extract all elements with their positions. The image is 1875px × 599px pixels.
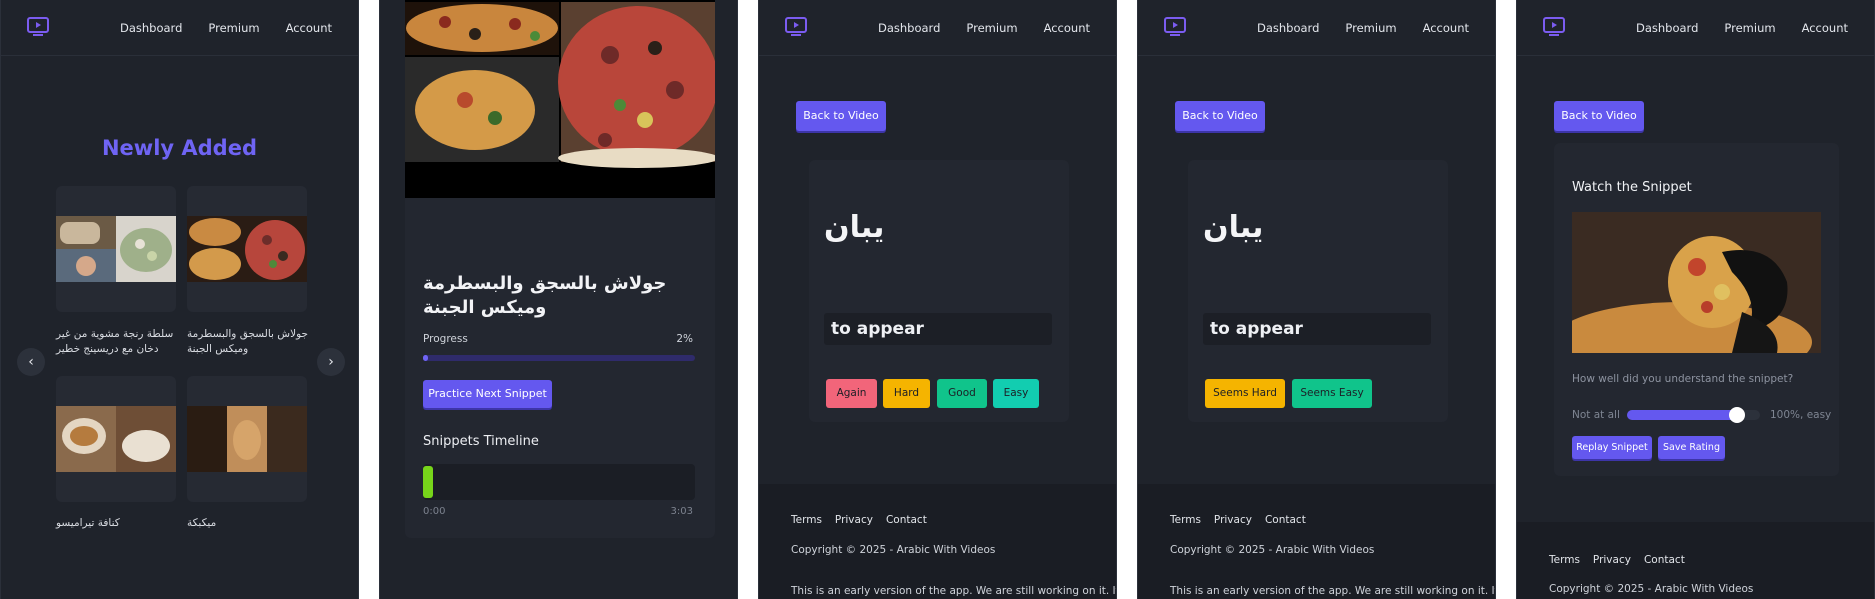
pizza-thumbnail-image xyxy=(405,0,715,198)
library-panel: Dashboard Premium Account Newly Added سل… xyxy=(0,0,359,599)
video-panel: جولاش بالسجق والبسطرمة وميكس الجبنة Prog… xyxy=(379,0,738,599)
video-logo-icon[interactable] xyxy=(1543,17,1565,37)
video-card-title[interactable]: جولاش بالسجق والبسطرمة وميكس الجبنة xyxy=(187,327,311,357)
video-card[interactable] xyxy=(187,376,307,502)
timeline-snippet-marker[interactable] xyxy=(423,466,433,498)
video-card[interactable] xyxy=(56,186,176,312)
snippet-video[interactable] xyxy=(1572,212,1821,353)
video-card-title[interactable]: سلطة رنجة مشوية من غير دخان مع دريسينج خ… xyxy=(56,327,180,357)
footer-note: This is an early version of the app. We … xyxy=(1170,585,1496,597)
video-card-title[interactable]: ميكبكة xyxy=(187,516,311,531)
video-card[interactable] xyxy=(187,186,307,312)
snippets-timeline[interactable] xyxy=(423,464,695,500)
video-thumbnail[interactable] xyxy=(405,0,715,198)
progress-bar xyxy=(423,355,695,361)
progress-label: Progress xyxy=(423,333,468,345)
back-to-video-button[interactable]: Back to Video xyxy=(1175,101,1265,131)
nav-account[interactable]: Account xyxy=(1802,21,1848,35)
footer-privacy-link[interactable]: Privacy xyxy=(1214,514,1252,526)
back-to-video-button[interactable]: Back to Video xyxy=(796,101,886,131)
flashcard-translation: to appear xyxy=(1203,313,1431,345)
easy-button[interactable]: Easy xyxy=(993,379,1039,408)
progress-value: 2% xyxy=(676,333,693,345)
nav-account[interactable]: Account xyxy=(1044,21,1090,35)
footer-copyright: Copyright © 2025 - Arabic With Videos xyxy=(1170,544,1375,556)
progress-fill xyxy=(423,355,429,361)
timeline-end-time: 3:03 xyxy=(670,506,693,517)
nav-account[interactable]: Account xyxy=(1423,21,1469,35)
snippet-video-image xyxy=(1572,212,1821,353)
nav-dashboard[interactable]: Dashboard xyxy=(878,21,940,35)
video-card[interactable] xyxy=(56,376,176,502)
footer-terms-link[interactable]: Terms xyxy=(1170,514,1201,526)
slider-max-label: 100%, easy xyxy=(1770,409,1832,421)
slider-fill xyxy=(1627,410,1739,420)
nav-dashboard[interactable]: Dashboard xyxy=(1257,21,1319,35)
nav-account[interactable]: Account xyxy=(286,21,332,35)
footer-contact-link[interactable]: Contact xyxy=(1644,554,1685,566)
back-to-video-button[interactable]: Back to Video xyxy=(1554,101,1644,131)
understanding-question: How well did you understand the snippet? xyxy=(1572,373,1794,385)
footer: Terms Privacy Contact Copyright © 2025 -… xyxy=(1138,484,1495,599)
replay-snippet-button[interactable]: Replay Snippet xyxy=(1572,436,1652,459)
footer-copyright: Copyright © 2025 - Arabic With Videos xyxy=(791,544,996,556)
video-thumbnail xyxy=(187,406,307,472)
footer-copyright: Copyright © 2025 - Arabic With Videos xyxy=(1549,583,1754,595)
again-button[interactable]: Again xyxy=(826,379,877,408)
video-thumbnail xyxy=(56,216,176,282)
flashcard-panel: Dashboard Premium Account Back to Video … xyxy=(758,0,1117,599)
understanding-slider[interactable] xyxy=(1627,407,1760,423)
video-logo-icon[interactable] xyxy=(785,17,807,37)
flashcard-word: يبان xyxy=(824,210,885,245)
snippet-panel: Dashboard Premium Account Back to Video … xyxy=(1516,0,1875,599)
snippets-timeline-title: Snippets Timeline xyxy=(423,434,539,449)
video-logo-icon[interactable] xyxy=(27,17,49,37)
nav-premium[interactable]: Premium xyxy=(966,21,1017,35)
seems-easy-button[interactable]: Seems Easy xyxy=(1292,379,1372,408)
section-heading: Newly Added xyxy=(101,136,257,160)
flashcard-word: يبان xyxy=(1203,210,1264,245)
footer-terms-link[interactable]: Terms xyxy=(1549,554,1580,566)
snippet-title: Watch the Snippet xyxy=(1572,180,1692,195)
seems-hard-button[interactable]: Seems Hard xyxy=(1205,379,1285,408)
video-logo-icon[interactable] xyxy=(1164,17,1186,37)
slider-thumb[interactable] xyxy=(1729,407,1745,423)
carousel-next-button[interactable]: › xyxy=(317,348,345,376)
chevron-left-icon: ‹ xyxy=(28,354,34,370)
footer-contact-link[interactable]: Contact xyxy=(1265,514,1306,526)
nav-dashboard[interactable]: Dashboard xyxy=(1636,21,1698,35)
nav-dashboard[interactable]: Dashboard xyxy=(120,21,182,35)
video-thumbnail xyxy=(187,216,307,282)
top-nav: Dashboard Premium Account xyxy=(1517,0,1874,56)
good-button[interactable]: Good xyxy=(937,379,987,408)
footer-privacy-link[interactable]: Privacy xyxy=(835,514,873,526)
video-card-title[interactable]: كنافة تيراميسو xyxy=(56,516,180,531)
video-thumbnail xyxy=(56,406,176,472)
video-title: جولاش بالسجق والبسطرمة وميكس الجبنة xyxy=(423,273,667,318)
nav-premium[interactable]: Premium xyxy=(1724,21,1775,35)
footer: Terms Privacy Contact Copyright © 2025 -… xyxy=(759,484,1116,599)
practice-next-snippet-button[interactable]: Practice Next Snippet xyxy=(423,380,552,408)
footer-contact-link[interactable]: Contact xyxy=(886,514,927,526)
nav-premium[interactable]: Premium xyxy=(1345,21,1396,35)
footer: Terms Privacy Contact Copyright © 2025 -… xyxy=(1517,522,1874,599)
top-nav: Dashboard Premium Account xyxy=(1,0,358,56)
carousel-prev-button[interactable]: ‹ xyxy=(17,348,45,376)
footer-privacy-link[interactable]: Privacy xyxy=(1593,554,1631,566)
footer-note: This is an early version of the app. We … xyxy=(791,585,1117,597)
footer-terms-link[interactable]: Terms xyxy=(791,514,822,526)
flashcard-simple-panel: Dashboard Premium Account Back to Video … xyxy=(1137,0,1496,599)
slider-min-label: Not at all xyxy=(1572,409,1620,421)
top-nav: Dashboard Premium Account xyxy=(759,0,1116,56)
hard-button[interactable]: Hard xyxy=(883,379,930,408)
save-rating-button[interactable]: Save Rating xyxy=(1658,436,1725,459)
nav-premium[interactable]: Premium xyxy=(208,21,259,35)
chevron-right-icon: › xyxy=(328,354,334,370)
timeline-start-time: 0:00 xyxy=(423,506,446,517)
flashcard-translation: to appear xyxy=(824,313,1052,345)
top-nav: Dashboard Premium Account xyxy=(1138,0,1495,56)
